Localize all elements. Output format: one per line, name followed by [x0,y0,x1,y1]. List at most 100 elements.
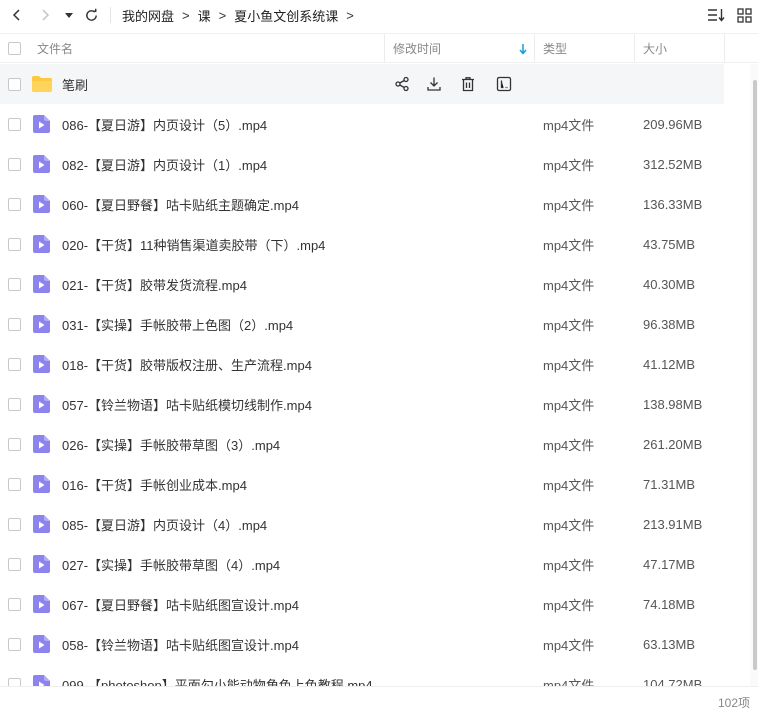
rename-button[interactable] [494,74,514,94]
file-size: 43.75MB [643,236,696,252]
folder-icon [32,76,52,92]
row-checkbox[interactable] [8,398,21,411]
share-icon [395,76,409,92]
file-list: 笔刷 086-【夏日游】内页设计（5）.mp4 mp4文件 209.96MB 082-… [0,64,752,686]
file-name: 026-【实操】手帐胶带草图（3）.mp4 [62,437,281,453]
share-button[interactable] [392,74,412,94]
folder-row[interactable]: 笔刷 [0,64,724,104]
file-type: mp4文件 [543,557,595,573]
row-checkbox[interactable] [8,198,21,211]
breadcrumb-item[interactable]: 课 [198,6,211,25]
file-row[interactable]: 018-【干货】胶带版权注册、生产流程.mp4 mp4文件 41.12MB [0,344,724,384]
grid-view-button[interactable] [734,5,754,25]
row-checkbox[interactable] [8,78,21,91]
file-size: 71.31MB [643,476,696,492]
row-checkbox[interactable] [8,238,21,251]
row-checkbox[interactable] [8,478,21,491]
column-divider [724,34,725,63]
file-row[interactable]: 086-【夏日游】内页设计（5）.mp4 mp4文件 209.96MB [0,104,724,144]
file-name: 027-【实操】手帐胶带草图（4）.mp4 [62,557,281,573]
file-size: 47.17MB [643,556,696,572]
select-all-checkbox[interactable] [8,42,21,55]
delete-button[interactable] [458,74,478,94]
video-file-icon [33,195,50,213]
breadcrumb-separator: > [346,7,354,23]
file-name: 060-【夏日野餐】咕卡贴纸主题确定.mp4 [62,197,299,213]
file-type: mp4文件 [543,477,595,493]
column-divider [384,34,385,63]
file-name: 016-【干货】手帐创业成本.mp4 [62,477,247,493]
file-type: mp4文件 [543,317,595,333]
row-checkbox[interactable] [8,518,21,531]
file-row[interactable]: 020-【干货】11种销售渠道卖胶带（下）.mp4 mp4文件 43.75MB [0,224,724,264]
file-row[interactable]: 057-【铃兰物语】咕卡贴纸模切线制作.mp4 mp4文件 138.98MB [0,384,724,424]
row-checkbox[interactable] [8,318,21,331]
breadcrumb: 我的网盘 > 课 > 夏小鱼文创系统课 > [122,0,362,30]
download-button[interactable] [424,74,444,94]
row-checkbox[interactable] [8,158,21,171]
sort-button[interactable] [706,5,726,25]
file-type: mp4文件 [543,237,595,253]
scrollbar-thumb[interactable] [753,80,757,670]
column-name[interactable]: 文件名 [37,34,73,63]
file-size: 312.52MB [643,156,703,172]
file-type: mp4文件 [543,117,595,133]
file-name: 067-【夏日野餐】咕卡贴纸图宣设计.mp4 [62,597,299,613]
history-dropdown-button[interactable] [62,4,76,26]
row-checkbox[interactable] [8,118,21,131]
file-row[interactable]: 085-【夏日游】内页设计（4）.mp4 mp4文件 213.91MB [0,504,724,544]
file-row[interactable]: 099-【photoshop】平面勾小能动物角色上色教程.mp4 mp4文件 104… [0,664,724,686]
row-checkbox[interactable] [8,678,21,686]
select-all[interactable] [8,34,21,63]
row-checkbox[interactable] [8,598,21,611]
file-row[interactable]: 067-【夏日野餐】咕卡贴纸图宣设计.mp4 mp4文件 74.18MB [0,584,724,624]
column-type[interactable]: 类型 [543,34,567,63]
breadcrumb-item[interactable]: 夏小鱼文创系统课 [234,6,338,25]
back-button[interactable] [6,4,28,26]
sort-desc-icon[interactable] [518,34,528,63]
arrow-down-icon [519,43,527,55]
video-file-icon [33,635,50,653]
column-divider [634,34,635,63]
file-row[interactable]: 082-【夏日游】内页设计（1）.mp4 mp4文件 312.52MB [0,144,724,184]
file-row[interactable]: 060-【夏日野餐】咕卡贴纸主题确定.mp4 mp4文件 136.33MB [0,184,724,224]
chevron-left-icon [12,9,20,21]
row-checkbox[interactable] [8,558,21,571]
video-file-icon [33,355,50,373]
file-size: 261.20MB [643,436,703,452]
file-type: mp4文件 [543,277,595,293]
file-name: 021-【干货】胶带发货流程.mp4 [62,277,247,293]
file-size: 41.12MB [643,356,696,372]
file-name: 099-【photoshop】平面勾小能动物角色上色教程.mp4 [62,677,373,687]
refresh-button[interactable] [80,4,102,26]
video-file-icon [33,235,50,253]
file-row[interactable]: 031-【实操】手帐胶带上色图（2）.mp4 mp4文件 96.38MB [0,304,724,344]
file-row[interactable]: 021-【干货】胶带发货流程.mp4 mp4文件 40.30MB [0,264,724,304]
refresh-icon [85,8,97,21]
file-type: mp4文件 [543,397,595,413]
file-row[interactable]: 026-【实操】手帐胶带草图（3）.mp4 mp4文件 261.20MB [0,424,724,464]
breadcrumb-item[interactable]: 我的网盘 [122,6,174,25]
row-checkbox[interactable] [8,278,21,291]
file-name: 057-【铃兰物语】咕卡贴纸模切线制作.mp4 [62,397,312,413]
file-name: 082-【夏日游】内页设计（1）.mp4 [62,157,268,173]
file-row[interactable]: 058-【铃兰物语】咕卡贴纸图宣设计.mp4 mp4文件 63.13MB [0,624,724,664]
video-file-icon [33,555,50,573]
column-divider [534,34,535,63]
file-row[interactable]: 027-【实操】手帐胶带草图（4）.mp4 mp4文件 47.17MB [0,544,724,584]
row-checkbox[interactable] [8,438,21,451]
file-name: 085-【夏日游】内页设计（4）.mp4 [62,517,268,533]
toolbar: 我的网盘 > 课 > 夏小鱼文创系统课 > [0,0,758,30]
forward-button[interactable] [34,4,56,26]
row-checkbox[interactable] [8,638,21,651]
file-type: mp4文件 [543,197,595,213]
file-row[interactable]: 016-【干货】手帐创业成本.mp4 mp4文件 71.31MB [0,464,724,504]
file-name: 086-【夏日游】内页设计（5）.mp4 [62,117,268,133]
file-size: 209.96MB [643,116,703,132]
row-checkbox[interactable] [8,358,21,371]
video-file-icon [33,515,50,533]
column-size[interactable]: 大小 [643,34,667,63]
column-modified[interactable]: 修改时间 [393,34,441,63]
file-type: mp4文件 [543,357,595,373]
video-file-icon [33,675,50,686]
